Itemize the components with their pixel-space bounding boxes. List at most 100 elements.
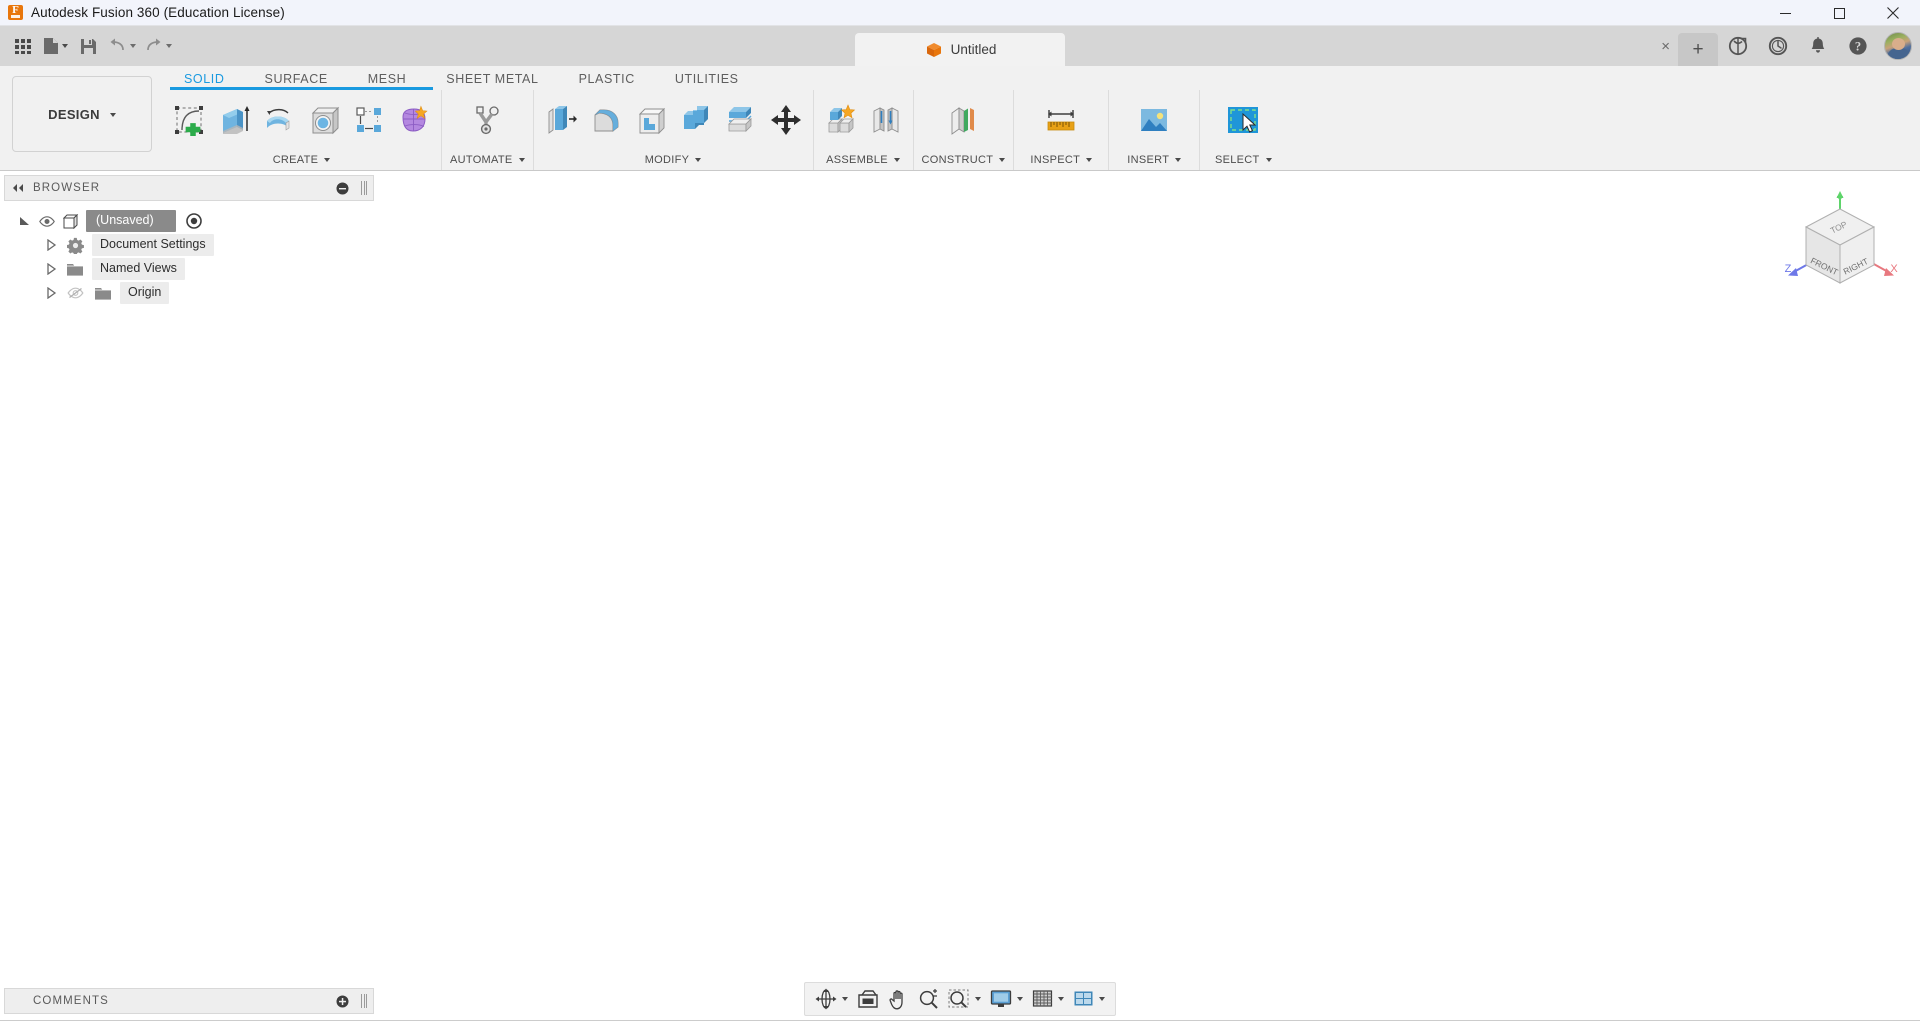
- user-avatar[interactable]: [1884, 32, 1912, 60]
- pan-button[interactable]: [884, 985, 913, 1013]
- title-bar: Autodesk Fusion 360 (Education License): [0, 0, 1920, 26]
- chevron-down-icon: [518, 158, 525, 162]
- panel-modify-tools: [534, 90, 813, 150]
- maximize-button[interactable]: [1812, 0, 1866, 26]
- panel-modify-text: MODIFY: [644, 154, 690, 166]
- panel-automate-text: AUTOMATE: [450, 154, 513, 166]
- save-button[interactable]: [73, 31, 103, 61]
- panel-modify: MODIFY: [534, 90, 814, 170]
- panel-modify-label[interactable]: MODIFY: [534, 150, 813, 170]
- measure-tool[interactable]: [1040, 99, 1082, 141]
- new-component-tool[interactable]: [820, 99, 862, 141]
- look-at-button[interactable]: [853, 985, 883, 1013]
- document-tab[interactable]: Untitled: [855, 33, 1065, 66]
- revolve-tool[interactable]: [258, 99, 300, 141]
- panel-inspect-text: INSPECT: [1030, 154, 1081, 166]
- double-chevron-left-icon[interactable]: [11, 183, 25, 193]
- comments-grip-handle[interactable]: [361, 994, 367, 1008]
- browser-title: BROWSER: [33, 182, 101, 194]
- press-pull-tool[interactable]: [540, 99, 582, 141]
- orbit-button[interactable]: [811, 985, 852, 1013]
- data-panel-icon[interactable]: [1718, 26, 1758, 66]
- panel-construct-label[interactable]: CONSTRUCT: [914, 150, 1014, 170]
- tree-item-root[interactable]: (Unsaved): [0, 209, 378, 233]
- panel-create: CREATE: [162, 87, 442, 170]
- chevron-down-icon: [1265, 158, 1272, 162]
- tab-utilities[interactable]: UTILITIES: [655, 68, 759, 90]
- insert-image-tool[interactable]: [1133, 99, 1175, 141]
- orange-cube-icon: [926, 42, 942, 58]
- tab-sheet-metal[interactable]: SHEET METAL: [426, 68, 558, 90]
- chevron-down-icon: [1086, 158, 1093, 162]
- chevron-down-icon: [1058, 997, 1064, 1001]
- tree-item-document-settings[interactable]: Document Settings: [0, 233, 378, 257]
- chevron-down-icon: [999, 158, 1006, 162]
- shell-tool[interactable]: [630, 99, 672, 141]
- panel-inspect-label[interactable]: INSPECT: [1014, 150, 1108, 170]
- view-cube[interactable]: Y Z X TOP FRONT RIGHT: [1780, 189, 1900, 299]
- new-document-tab-button[interactable]: +: [1678, 33, 1718, 66]
- panel-select: SELECT: [1200, 90, 1286, 170]
- extrude-tool[interactable]: [213, 99, 255, 141]
- visibility-eye-icon[interactable]: [38, 214, 56, 228]
- collapse-triangle-icon[interactable]: [44, 262, 58, 276]
- document-tab-label: Untitled: [950, 42, 997, 57]
- panel-automate: AUTOMATE: [442, 90, 534, 170]
- collapse-triangle-icon[interactable]: [44, 286, 58, 300]
- fit-button[interactable]: [944, 985, 985, 1013]
- tree-item-origin-label: Origin: [120, 282, 170, 304]
- panel-create-tools: [162, 90, 441, 150]
- panel-insert-text: INSERT: [1127, 154, 1170, 166]
- viewports-button[interactable]: [1069, 985, 1109, 1013]
- qat-left-group: [0, 31, 175, 61]
- tab-plastic[interactable]: PLASTIC: [559, 68, 655, 90]
- minimize-button[interactable]: [1758, 0, 1812, 26]
- help-icon[interactable]: ?: [1838, 26, 1878, 66]
- app-grid-button[interactable]: [8, 31, 38, 61]
- svg-text:Y: Y: [1837, 195, 1844, 206]
- fillet-tool[interactable]: [585, 99, 627, 141]
- panel-insert-label[interactable]: INSERT: [1109, 150, 1199, 170]
- notifications-bell-icon[interactable]: [1798, 26, 1838, 66]
- grid-snaps-button[interactable]: [1028, 985, 1068, 1013]
- display-settings-button[interactable]: [986, 985, 1027, 1013]
- tree-item-named-views-label: Named Views: [92, 258, 185, 280]
- tree-item-named-views[interactable]: Named Views: [0, 257, 378, 281]
- plus-circle-icon[interactable]: [336, 995, 349, 1008]
- svg-text:?: ?: [1855, 40, 1861, 54]
- select-tool[interactable]: [1222, 99, 1264, 141]
- generative-design-tool[interactable]: [466, 99, 508, 141]
- new-file-button[interactable]: [40, 31, 71, 61]
- browser-header: BROWSER: [4, 175, 374, 201]
- visibility-hidden-eye-icon[interactable]: [64, 286, 86, 300]
- form-tool[interactable]: [393, 99, 435, 141]
- combine-tool[interactable]: [675, 99, 717, 141]
- panel-create-label[interactable]: CREATE: [162, 150, 441, 170]
- close-document-button[interactable]: ×: [1657, 35, 1674, 58]
- chevron-down-icon: [893, 158, 900, 162]
- panel-assemble-label[interactable]: ASSEMBLE: [814, 150, 913, 170]
- joint-tool[interactable]: [865, 99, 907, 141]
- collapse-triangle-icon[interactable]: [44, 238, 58, 252]
- panel-select-label[interactable]: SELECT: [1200, 150, 1286, 170]
- redo-button[interactable]: [141, 31, 175, 61]
- tree-item-root-label: (Unsaved): [86, 210, 176, 232]
- move-copy-tool[interactable]: [765, 99, 807, 141]
- hole-tool[interactable]: [303, 99, 345, 141]
- panel-automate-label[interactable]: AUTOMATE: [442, 150, 533, 170]
- canvas-area[interactable]: BROWSER (Unsaved) Document Settings Name…: [0, 171, 1920, 1020]
- job-status-clock-icon[interactable]: [1758, 26, 1798, 66]
- zoom-button[interactable]: [914, 985, 943, 1013]
- offset-plane-tool[interactable]: [942, 99, 984, 141]
- expand-triangle-icon[interactable]: [18, 214, 32, 228]
- activate-component-radio[interactable]: [185, 213, 202, 229]
- create-sketch-tool[interactable]: [168, 99, 210, 141]
- minus-circle-icon[interactable]: [336, 182, 349, 195]
- split-body-tool[interactable]: [720, 99, 762, 141]
- workspace-switcher[interactable]: DESIGN: [12, 76, 152, 152]
- undo-button[interactable]: [105, 31, 139, 61]
- pattern-tool[interactable]: [348, 99, 390, 141]
- browser-grip-handle[interactable]: [361, 181, 367, 195]
- close-button[interactable]: [1866, 0, 1920, 26]
- tree-item-origin[interactable]: Origin: [0, 281, 378, 305]
